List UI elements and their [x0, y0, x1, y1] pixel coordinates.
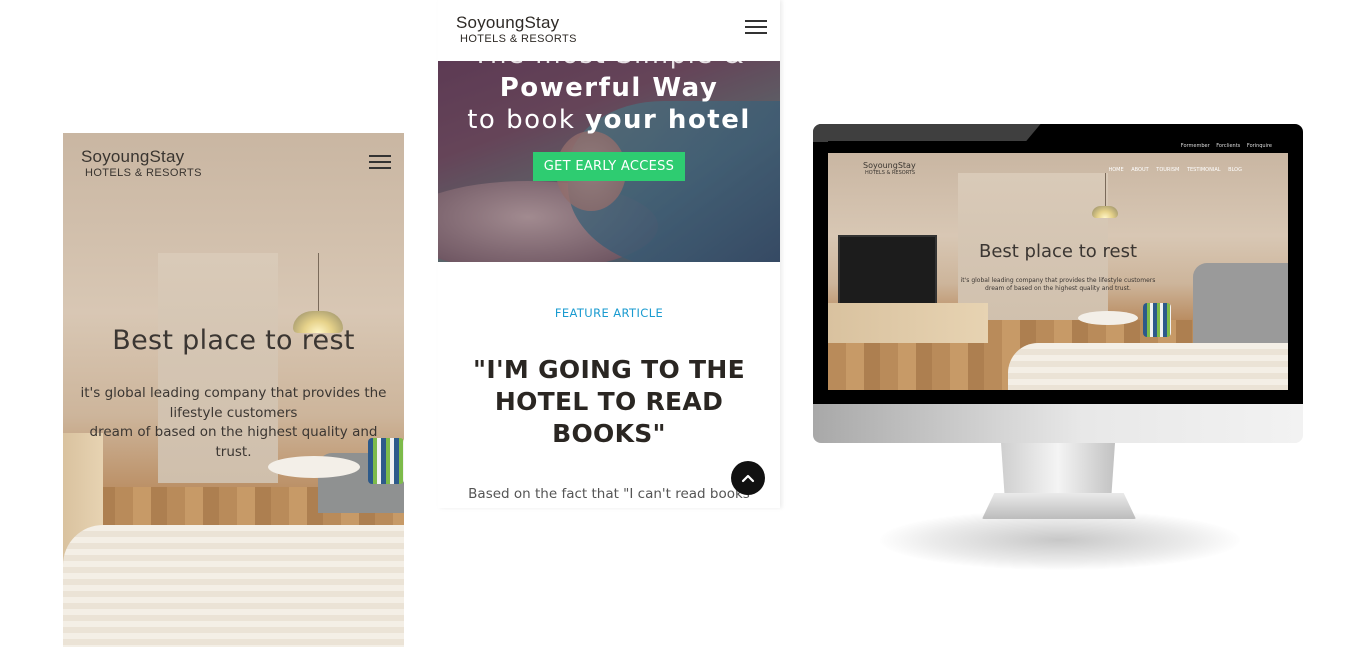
promo-line-prefix: to book — [467, 105, 576, 135]
article-body: Based on the fact that "I can't read boo… — [468, 486, 750, 502]
cabinet — [828, 303, 988, 343]
nav-item-home[interactable]: HOME — [1108, 167, 1123, 173]
hamburger-menu-icon[interactable] — [369, 155, 391, 169]
mobile-hero-preview: SoyoungStay HOTELS & RESORTS Best place … — [63, 133, 404, 647]
promo-line-bold: your hotel — [585, 105, 751, 135]
promo-line: to book your hotel — [438, 105, 780, 135]
chevron-up-icon — [741, 474, 755, 483]
round-table — [1078, 311, 1138, 325]
article-title-line: BOOKS" — [552, 419, 666, 448]
hero-line: it's global leading company that provide… — [80, 385, 387, 401]
hero-line: lifestyle customers — [169, 404, 298, 421]
site-hero-line: dream of based on the highest quality an… — [985, 285, 1131, 292]
pendant-lamp — [293, 253, 343, 333]
desktop-monitor: Formember Forclients Forinquire SoyoungS… — [813, 124, 1303, 444]
brand-name: SoyoungStay — [863, 161, 916, 170]
get-early-access-button[interactable]: GET EARLY ACCESS — [533, 152, 685, 181]
top-link[interactable]: Forinquire — [1247, 143, 1272, 149]
brand-subtitle: HOTELS & RESORTS — [85, 167, 202, 179]
site-hero-image — [828, 153, 1288, 390]
hero-description: it's global leading company that provide… — [71, 384, 396, 462]
nav-item-about[interactable]: ABOUT — [1131, 167, 1148, 173]
promo-banner: The most Simple & Powerful Way to book y… — [438, 61, 780, 262]
nav-item-testimonial[interactable]: TESTIMONIAL — [1187, 167, 1221, 173]
sofa — [1193, 263, 1288, 343]
feature-article-label: FEATURE ARTICLE — [554, 306, 664, 320]
top-links: Formember Forclients Forinquire — [1176, 143, 1272, 149]
promo-line: The most Simple & — [438, 61, 780, 70]
header-bar: SoyoungStay HOTELS & RESORTS — [438, 0, 780, 61]
back-to-top-button[interactable] — [731, 461, 765, 495]
brand-name: SoyoungStay — [456, 13, 560, 32]
brand-logo[interactable]: SoyoungStay HOTELS & RESORTS — [456, 13, 577, 46]
mobile-article-preview: SoyoungStay HOTELS & RESORTS The most Si… — [438, 0, 780, 508]
nav-item-tourism[interactable]: TOURISM — [1156, 167, 1179, 173]
bed — [63, 525, 404, 647]
brand-subtitle: HOTELS & RESORTS — [460, 33, 577, 45]
hero-title: Best place to rest — [112, 325, 355, 356]
site-hero-description: it's global leading company that provide… — [828, 277, 1288, 293]
brand-logo[interactable]: SoyoungStay HOTELS & RESORTS — [81, 147, 202, 180]
article-title-line: "I'M GOING TO THE — [473, 355, 745, 384]
site-brand-logo[interactable]: SoyoungStay HOTELS & RESORTS — [863, 161, 916, 176]
site-hero-line: it's global leading company that provide… — [960, 277, 1156, 284]
monitor-stand — [982, 443, 1136, 520]
article-title: "I'M GOING TO THE HOTEL TO READ BOOKS" — [468, 354, 750, 450]
bed — [1008, 343, 1288, 390]
pendant-lamp — [1092, 173, 1118, 218]
hamburger-menu-icon[interactable] — [745, 20, 767, 34]
monitor-bezel: Formember Forclients Forinquire SoyoungS… — [813, 124, 1303, 404]
top-strip: Formember Forclients Forinquire — [828, 141, 1288, 153]
top-link[interactable]: Formember — [1181, 143, 1210, 149]
pillow — [1143, 303, 1171, 337]
site-hero-title: Best place to rest — [978, 241, 1138, 262]
site-navigation: HOME ABOUT TOURISM TESTIMONIAL BLOG — [1102, 167, 1242, 173]
desktop-site-preview: Formember Forclients Forinquire SoyoungS… — [828, 141, 1288, 390]
brand-subtitle: HOTELS & RESORTS — [865, 170, 916, 176]
monitor-chin — [813, 404, 1303, 443]
hero-line: trust. — [215, 443, 252, 460]
brand-name: SoyoungStay — [81, 147, 185, 166]
article-title-line: HOTEL TO READ — [494, 387, 724, 416]
top-link[interactable]: Forclients — [1216, 143, 1240, 149]
nav-item-blog[interactable]: BLOG — [1228, 167, 1242, 173]
promo-headline: Powerful Way — [499, 73, 719, 103]
hero-line: dream of based on the highest quality an… — [89, 424, 378, 440]
screen-glare — [813, 124, 1041, 142]
